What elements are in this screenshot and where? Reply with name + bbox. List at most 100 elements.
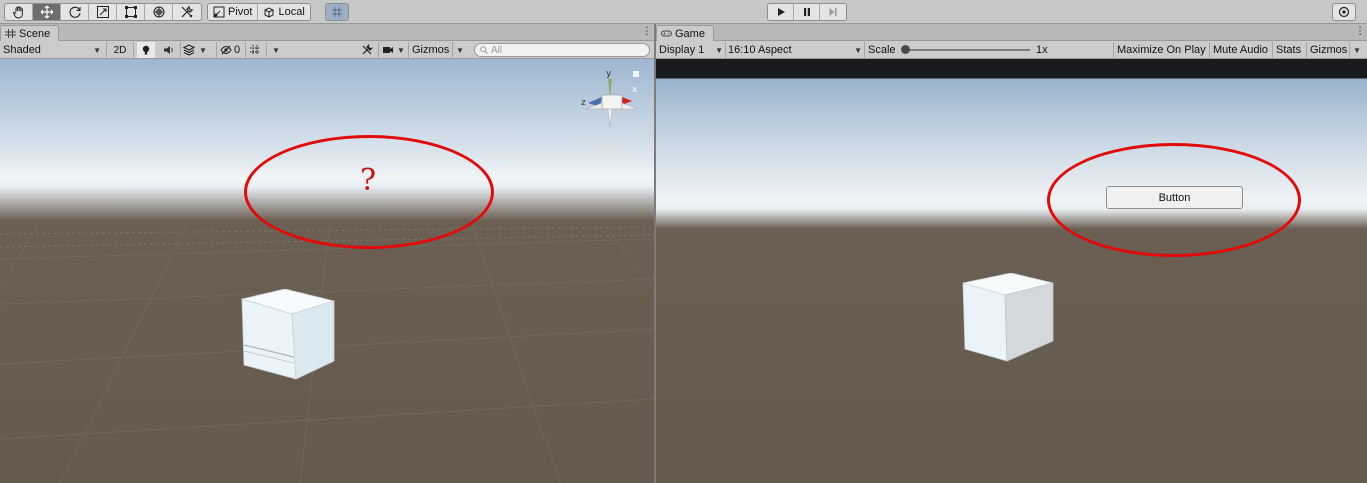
pivot-button[interactable]: Pivot [208, 4, 259, 20]
step-button[interactable] [820, 4, 846, 20]
tab-game[interactable]: Game [656, 25, 714, 41]
hierarchy-search[interactable] [474, 43, 650, 57]
scene-tab-label: Scene [19, 27, 51, 40]
search-icon [480, 46, 488, 54]
gizmo-y-label: y [606, 69, 612, 79]
stats-label: Stats [1276, 44, 1302, 56]
gizmo-x-label: x [632, 85, 638, 95]
transform-icon [153, 6, 164, 18]
move-icon [40, 5, 53, 19]
pivot-icon [213, 6, 225, 18]
scale-value: 1x [1036, 42, 1048, 58]
game-panel: Game ⋮ Display 1 ▼ 16:10 Aspect ▼ Scale … [656, 24, 1367, 483]
game-viewport[interactable]: Button [656, 59, 1367, 483]
scale-label-text: Scale [868, 44, 896, 56]
chevron-down-icon: ▼ [199, 45, 207, 55]
scene-visibility-toggle[interactable]: 0 [220, 42, 240, 58]
rect-tool-button[interactable] [117, 4, 145, 20]
game-gizmos-label: Gizmos [1310, 44, 1348, 56]
effects-dropdown[interactable]: ▼ [183, 42, 213, 58]
play-controls [767, 3, 847, 21]
tools-icon [181, 5, 194, 18]
pivot-label: Pivot [228, 6, 253, 18]
scene-orientation-gizmo[interactable]: y z x [578, 63, 644, 147]
grid-icon [250, 45, 260, 55]
gamepad-icon [661, 30, 672, 37]
camera-dropdown[interactable]: ▼ [382, 42, 405, 58]
game-panel-menu-icon[interactable]: ⋮ [1355, 26, 1365, 37]
grid-snap-button[interactable] [325, 3, 349, 21]
lightbulb-icon [142, 45, 150, 55]
layers-icon [183, 44, 195, 56]
custom-tool-button[interactable] [173, 4, 201, 20]
game-cube [962, 273, 1054, 362]
hand-tool-button[interactable] [5, 4, 33, 20]
play-icon [777, 8, 785, 16]
mute-audio-label: Mute Audio [1213, 44, 1269, 56]
collab-button[interactable] [1332, 3, 1356, 21]
hidden-eye-icon [220, 45, 232, 55]
grid-dropdown[interactable]: ▼ [249, 42, 280, 58]
tools-button[interactable] [361, 42, 373, 58]
gizmos-button[interactable]: Gizmos [412, 42, 449, 58]
tab-scene[interactable]: Scene [0, 25, 60, 41]
gizmos-dropdown[interactable]: ▼ [456, 42, 464, 58]
rotate-icon [69, 6, 81, 18]
chevron-down-icon: ▼ [854, 45, 862, 55]
scene-panel-menu-icon[interactable]: ⋮ [642, 26, 652, 37]
persp-label[interactable]: ≤ Persp [588, 140, 625, 152]
chevron-down-icon: ▼ [397, 45, 405, 55]
hidden-count: 0 [234, 44, 241, 56]
hand-icon [12, 6, 23, 19]
mute-audio-toggle[interactable]: Mute Audio [1213, 42, 1268, 58]
search-input[interactable] [491, 44, 641, 56]
scale-slider-knob[interactable] [901, 45, 910, 54]
scene-tab-bar: Scene ⋮ [0, 24, 654, 41]
chevron-down-icon: ▼ [456, 45, 464, 55]
maximize-on-play-toggle[interactable]: Maximize On Play [1117, 42, 1206, 58]
transform-tool-button[interactable] [145, 4, 173, 20]
toggle-2d-button[interactable]: 2D [110, 42, 130, 58]
gizmo-z-label: z [581, 98, 586, 108]
scale-icon [96, 6, 109, 18]
tools-icon [362, 44, 373, 55]
pause-button[interactable] [794, 4, 820, 20]
display-dropdown[interactable]: Display 1 ▼ [659, 42, 723, 58]
rotate-tool-button[interactable] [61, 4, 89, 20]
game-gizmos-button[interactable]: Gizmos [1310, 42, 1347, 58]
scene-ground-grid [0, 218, 654, 483]
scene-viewport[interactable]: y z x ≤ Persp ? [0, 59, 654, 483]
scene-grid-icon [5, 29, 16, 38]
audio-toggle[interactable] [160, 42, 178, 58]
rect-tool-icon [124, 6, 137, 18]
aspect-dropdown[interactable]: 16:10 Aspect ▼ [728, 42, 862, 58]
scale-label: Scale [868, 42, 896, 58]
play-button[interactable] [768, 4, 794, 20]
move-tool-button[interactable] [33, 4, 61, 20]
chevron-down-icon: ▼ [93, 45, 101, 55]
pivot-controls: Pivot Local [207, 3, 311, 21]
scale-tool-button[interactable] [89, 4, 117, 20]
collab-icon [1338, 6, 1350, 18]
scale-slider-track[interactable] [904, 49, 1030, 51]
annotation-ellipse-game [1047, 143, 1301, 257]
local-icon [264, 7, 274, 18]
aspect-value: 16:10 Aspect [728, 44, 792, 56]
lighting-toggle[interactable] [137, 42, 155, 58]
game-tab-bar: Game ⋮ [656, 24, 1367, 41]
game-gizmos-dropdown[interactable]: ▼ [1353, 42, 1361, 58]
persp-text: Persp [596, 140, 625, 152]
draw-mode-value: Shaded [3, 44, 41, 56]
display-value: Display 1 [659, 44, 705, 56]
gizmos-label: Gizmos [412, 44, 450, 56]
game-toolbar: Display 1 ▼ 16:10 Aspect ▼ Scale 1x Maxi… [656, 41, 1367, 59]
local-label: Local [278, 6, 305, 18]
stats-toggle[interactable]: Stats [1276, 42, 1301, 58]
scene-cube[interactable] [240, 289, 336, 381]
transform-tools [4, 3, 202, 21]
chevron-down-icon: ▼ [272, 45, 280, 55]
local-button[interactable]: Local [258, 4, 309, 20]
persp-icon: ≤ [588, 140, 595, 152]
draw-mode-dropdown[interactable]: Shaded ▼ [3, 42, 103, 58]
game-tab-label: Game [675, 27, 705, 40]
